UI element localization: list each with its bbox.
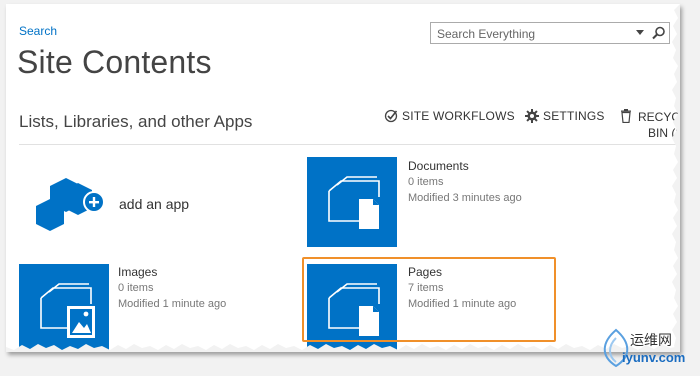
recycle-bin-icon: [621, 109, 631, 123]
add-an-app-link[interactable]: add an app: [119, 196, 189, 212]
settings-button[interactable]: SETTINGS: [525, 109, 605, 123]
site-workflows-label: SITE WORKFLOWS: [402, 109, 515, 123]
images-modified: Modified 1 minute ago: [118, 298, 227, 310]
images-item-count: 0 items: [118, 282, 154, 294]
picture-library-icon: [40, 283, 95, 338]
add-app-icon[interactable]: [36, 174, 108, 236]
torn-edge-right: [672, 4, 680, 352]
documents-tile-icon[interactable]: [307, 157, 397, 247]
section-divider: [19, 144, 680, 145]
documents-link[interactable]: Documents: [408, 158, 522, 174]
documents-tile-info: Documents 0 items Modified 3 minutes ago: [408, 158, 522, 206]
document-library-icon: [328, 176, 380, 229]
images-link[interactable]: Images: [118, 264, 226, 280]
images-tile-icon[interactable]: [19, 264, 109, 352]
site-contents-page: Search Site Contents Lists, Libraries, a…: [6, 4, 680, 352]
breadcrumb-search-link[interactable]: Search: [19, 24, 57, 38]
watermark-text-cn: 运维网: [630, 332, 672, 348]
watermark-text-domain: iyunv.com: [622, 350, 686, 365]
workflow-icon: [384, 109, 398, 123]
documents-modified: Modified 3 minutes ago: [408, 192, 522, 204]
search-box[interactable]: [430, 22, 670, 44]
search-icon[interactable]: [651, 25, 667, 41]
documents-item-count: 0 items: [408, 176, 444, 188]
section-title: Lists, Libraries, and other Apps: [19, 112, 253, 131]
watermark: 运维网 iyunv.com: [596, 326, 696, 372]
torn-edge-bottom: [6, 344, 680, 352]
gear-icon: [525, 109, 539, 123]
search-input[interactable]: [435, 26, 629, 42]
search-scope-dropdown-icon[interactable]: [636, 30, 644, 35]
site-workflows-button[interactable]: SITE WORKFLOWS: [384, 109, 515, 123]
page-title: Site Contents: [17, 44, 212, 80]
images-tile-info: Images 0 items Modified 1 minute ago: [118, 264, 226, 312]
pages-highlight-box: [302, 257, 556, 342]
settings-label: SETTINGS: [543, 109, 605, 123]
